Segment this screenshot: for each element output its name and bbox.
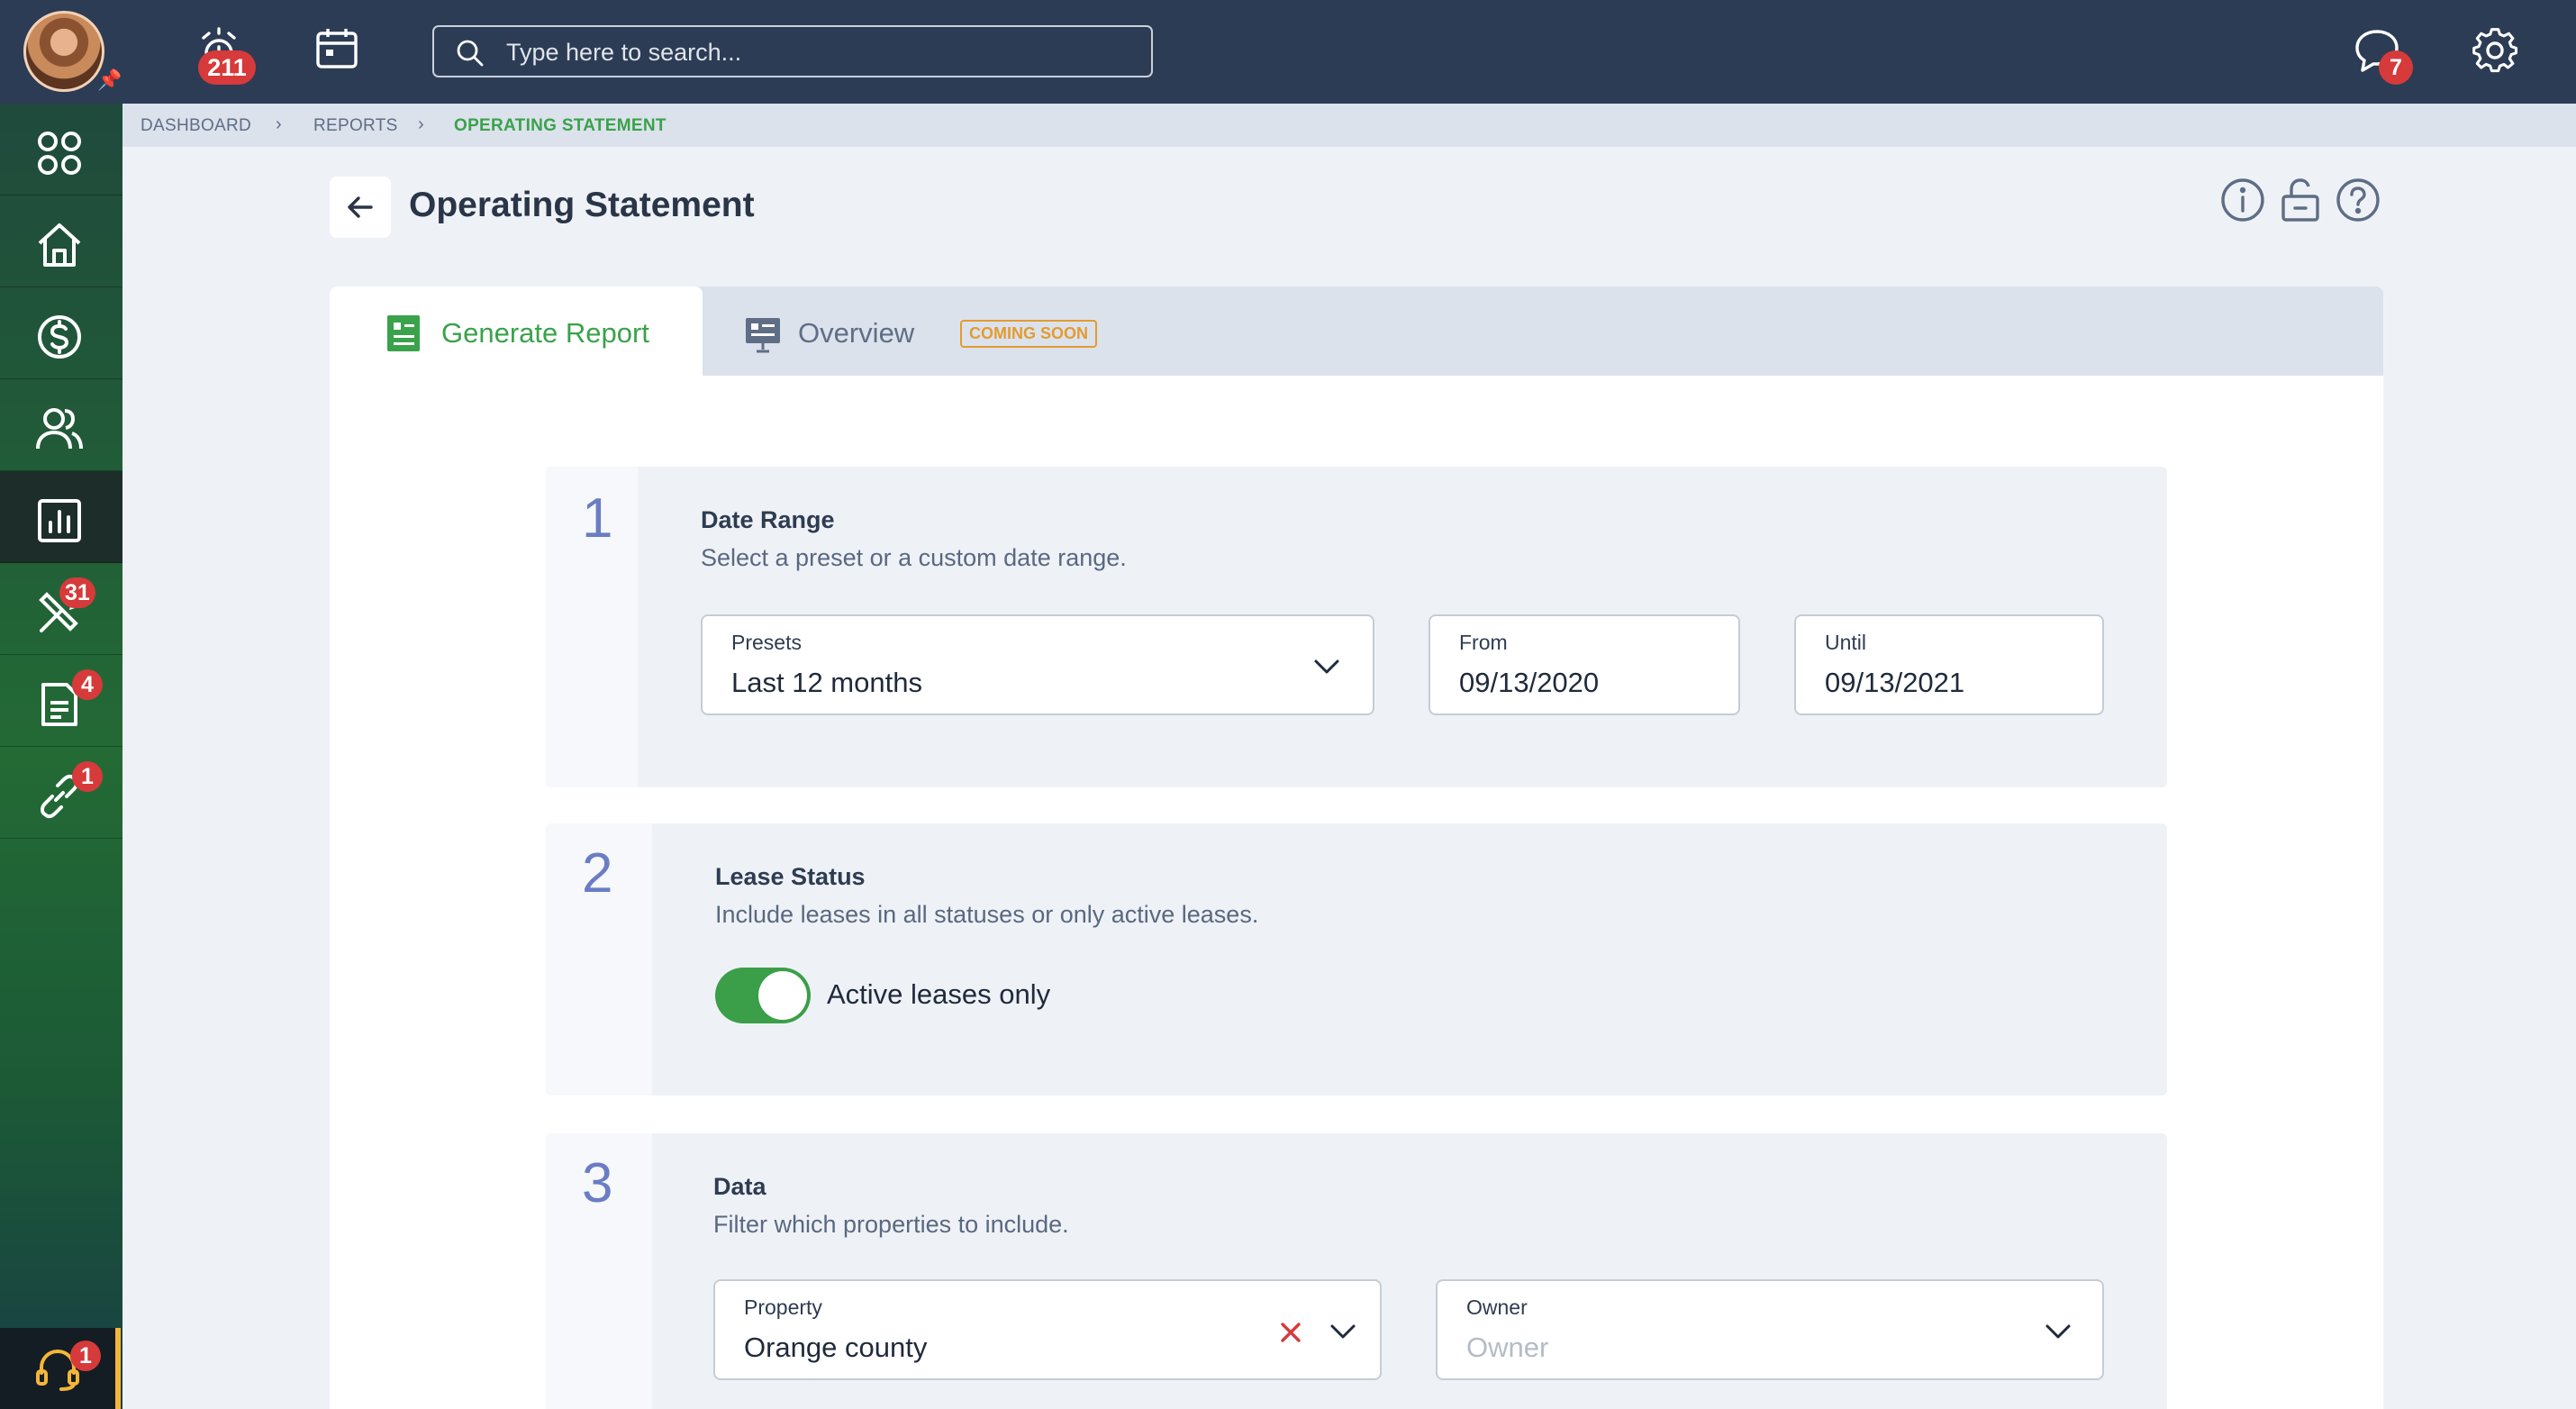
presets-label: Presets xyxy=(731,631,802,654)
from-label: From xyxy=(1459,631,1508,654)
support-button[interactable]: 1 xyxy=(0,1328,121,1409)
people-icon xyxy=(36,408,83,450)
search-box[interactable] xyxy=(432,25,1153,77)
presentation-icon xyxy=(746,318,780,353)
help-icon[interactable] xyxy=(2335,177,2381,228)
sidebar-item-reports[interactable] xyxy=(0,471,122,563)
until-date-field[interactable]: Until 09/13/2021 xyxy=(1794,614,2104,715)
breadcrumb-reports[interactable]: REPORTS xyxy=(313,116,398,136)
step-description: Filter which properties to include. xyxy=(713,1211,1069,1238)
step-number: 1 xyxy=(582,487,613,550)
step-title: Date Range xyxy=(701,506,835,533)
until-value: 09/13/2021 xyxy=(1825,667,1965,698)
tab-generate-report[interactable]: Generate Report xyxy=(330,286,703,377)
maintenance-count-badge: 31 xyxy=(59,577,95,608)
step-number: 2 xyxy=(582,842,613,904)
step-number: 3 xyxy=(582,1152,613,1214)
report-card: Generate Report Overview COMING SOON 1 D… xyxy=(330,286,2383,1409)
breadcrumb: DASHBOARD › REPORTS › OPERATING STATEMEN… xyxy=(122,104,2576,147)
sidebar-item-people[interactable] xyxy=(0,379,122,471)
sidebar-item-maintenance[interactable]: 31 xyxy=(0,563,122,655)
chevron-down-icon xyxy=(2045,1324,2071,1339)
property-label: Property xyxy=(744,1295,822,1319)
sidebar-item-apps[interactable] xyxy=(0,104,122,195)
integrations-count-badge: 1 xyxy=(72,761,103,792)
step-date-range: 1 Date Range Select a preset or a custom… xyxy=(546,467,2167,787)
tab-bar: Generate Report Overview COMING SOON xyxy=(330,286,2383,377)
documents-count-badge: 4 xyxy=(72,669,103,700)
step-data: 3 Data Filter which properties to includ… xyxy=(546,1133,2167,1409)
unlock-icon[interactable] xyxy=(2277,177,2324,228)
apps-grid-icon xyxy=(38,132,81,175)
back-button[interactable] xyxy=(330,177,391,238)
sidebar-item-documents[interactable]: 4 xyxy=(0,655,122,747)
settings-gear-icon[interactable] xyxy=(2472,27,2518,78)
calendar-icon[interactable] xyxy=(313,25,360,77)
step-title: Data xyxy=(713,1173,766,1200)
home-icon xyxy=(38,223,81,267)
sidebar: 31 4 1 xyxy=(0,104,122,1409)
owner-placeholder: Owner xyxy=(1466,1332,1549,1363)
page-title: Operating Statement xyxy=(409,186,755,224)
user-avatar[interactable] xyxy=(23,11,104,92)
dollar-icon xyxy=(38,315,81,359)
alarm-count-badge: 211 xyxy=(198,50,256,85)
info-icon[interactable] xyxy=(2219,177,2266,228)
presets-select[interactable]: Presets Last 12 months xyxy=(701,614,1374,715)
report-sheet-icon xyxy=(387,315,420,351)
clear-x-icon[interactable] xyxy=(1279,1321,1302,1344)
sidebar-item-accounting[interactable] xyxy=(0,287,122,379)
breadcrumb-chevron-icon: › xyxy=(276,114,282,134)
property-value: Orange county xyxy=(744,1332,928,1363)
search-input[interactable] xyxy=(506,36,1128,68)
step-description: Include leases in all statuses or only a… xyxy=(715,901,1259,928)
step-lease-status: 2 Lease Status Include leases in all sta… xyxy=(546,823,2167,1095)
messages-count-badge: 7 xyxy=(2379,50,2413,85)
owner-select[interactable]: Owner Owner xyxy=(1436,1279,2104,1380)
search-icon xyxy=(457,40,484,67)
breadcrumb-chevron-icon: › xyxy=(418,114,424,134)
until-label: Until xyxy=(1825,631,1867,654)
arrow-left-icon xyxy=(348,196,373,218)
tab-generate-label: Generate Report xyxy=(441,317,649,349)
top-bar: 📌 211 7 xyxy=(0,0,2576,104)
step-description: Select a preset or a custom date range. xyxy=(701,544,1127,571)
from-value: 09/13/2020 xyxy=(1459,667,1600,698)
breadcrumb-dashboard[interactable]: DASHBOARD xyxy=(141,116,251,136)
pin-icon[interactable]: 📌 xyxy=(97,68,122,92)
support-count-badge: 1 xyxy=(70,1341,101,1371)
chevron-down-icon xyxy=(1314,659,1339,674)
breadcrumb-current: OPERATING STATEMENT xyxy=(454,116,667,135)
toggle-knob xyxy=(758,971,807,1020)
sidebar-item-integrations[interactable]: 1 xyxy=(0,747,122,839)
coming-soon-badge: COMING SOON xyxy=(960,320,1098,348)
active-leases-label: Active leases only xyxy=(827,978,1051,1010)
reports-chart-icon xyxy=(38,499,81,542)
property-select[interactable]: Property Orange county xyxy=(713,1279,1382,1380)
step-title: Lease Status xyxy=(715,863,866,890)
active-leases-toggle[interactable] xyxy=(715,968,811,1023)
tab-overview-label: Overview xyxy=(798,317,915,349)
presets-value: Last 12 months xyxy=(731,667,922,698)
chevron-down-icon xyxy=(1330,1324,1356,1339)
sidebar-item-home[interactable] xyxy=(0,195,122,287)
owner-label: Owner xyxy=(1466,1295,1528,1319)
from-date-field[interactable]: From 09/13/2020 xyxy=(1429,614,1740,715)
